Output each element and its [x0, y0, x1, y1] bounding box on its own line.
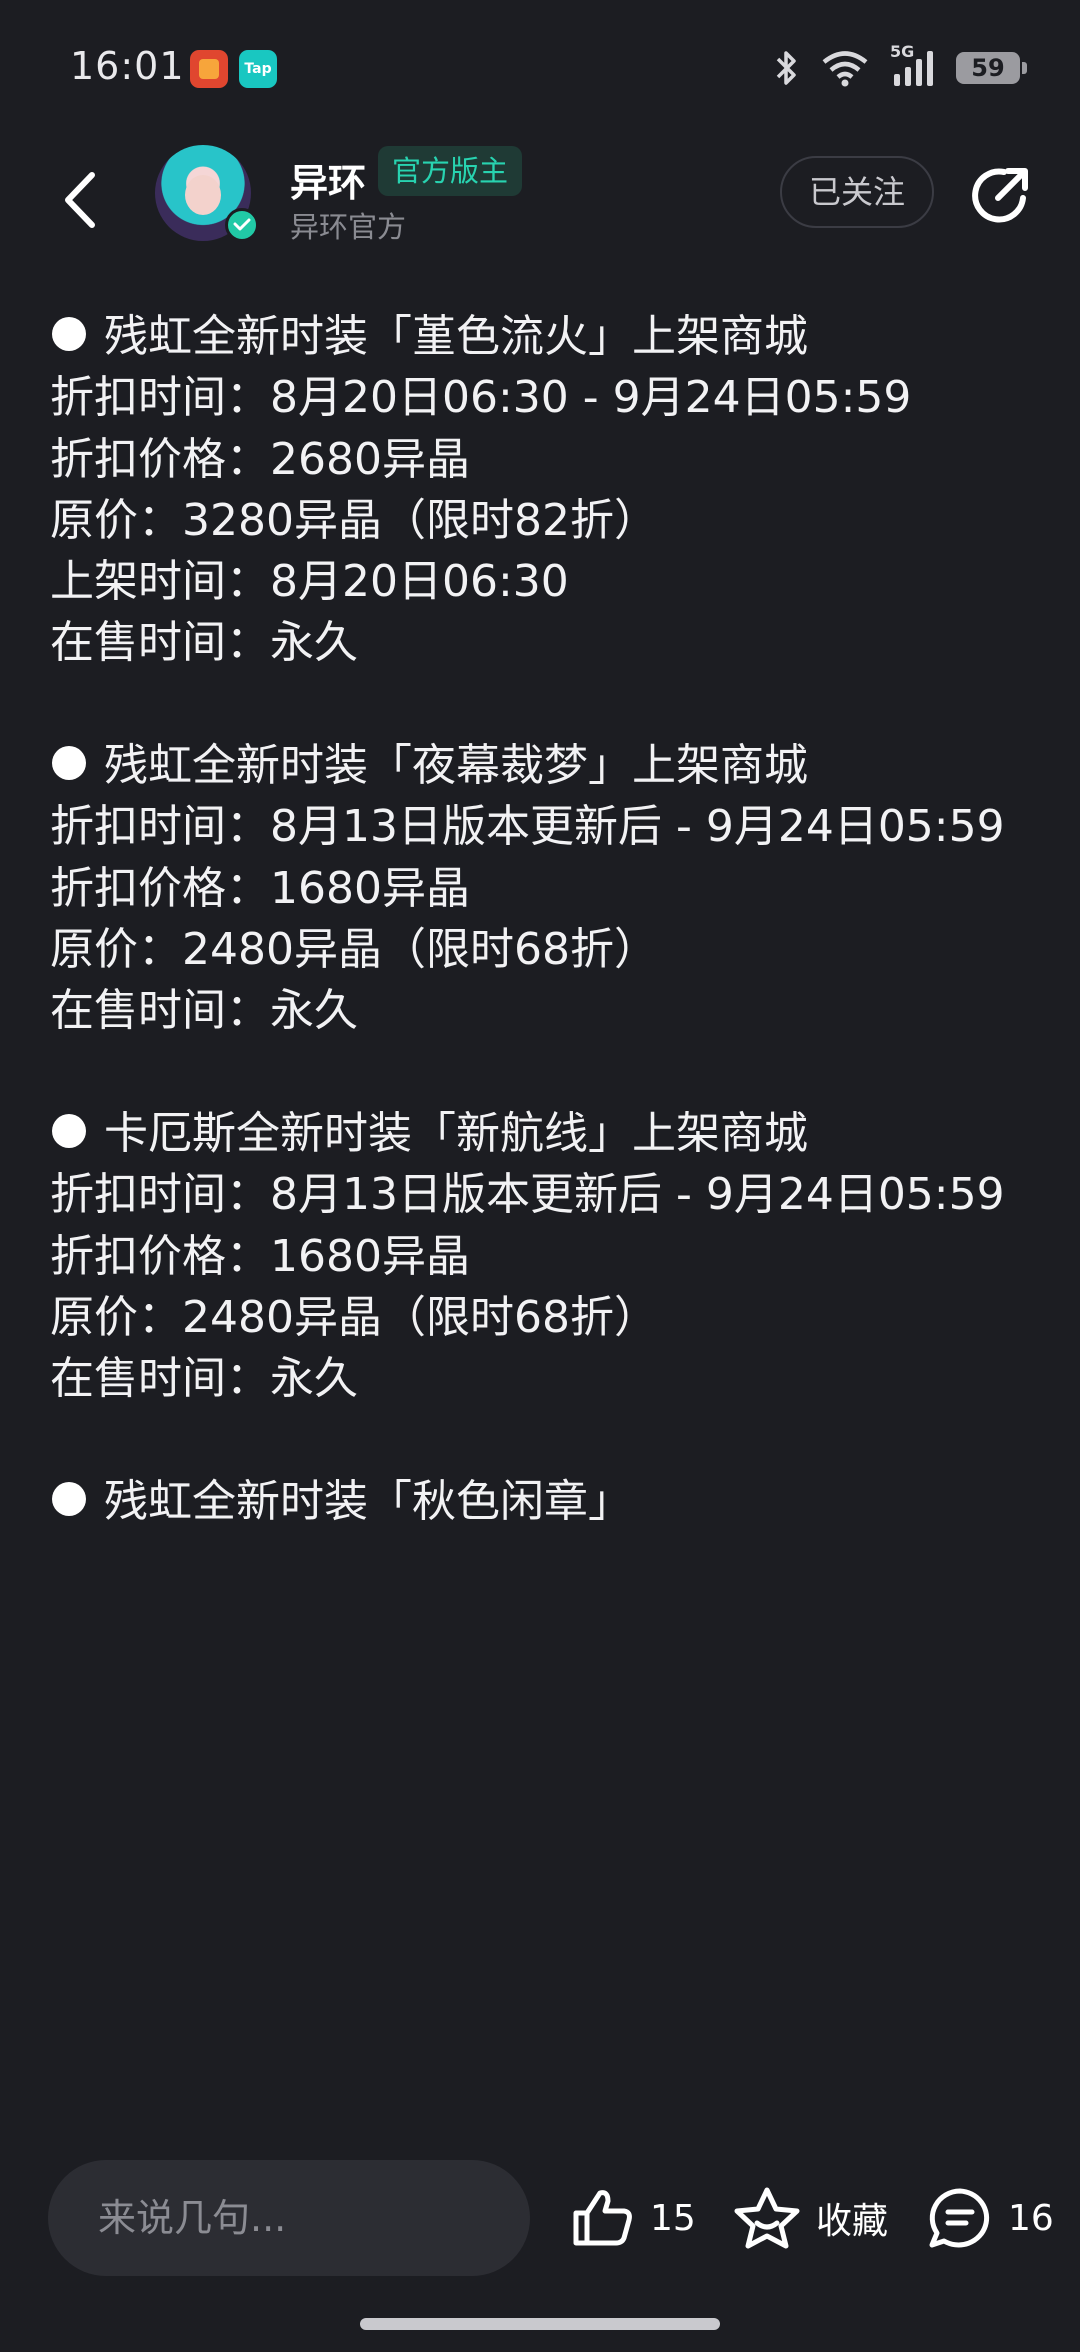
- section-title: 残虹全新时装「夜幕裁梦」上架商城: [52, 736, 808, 796]
- comment-bubble-icon: [929, 2188, 990, 2248]
- battery-indicator: 59: [956, 52, 1027, 84]
- share-icon: [972, 168, 1028, 223]
- avatar-face: [185, 175, 221, 215]
- text-line: 折扣时间：8月13日版本更新后 - 9月24日05:59: [50, 801, 1005, 852]
- star-icon: [734, 2187, 800, 2249]
- status-bar: 16:01 Tap 5G 59: [0, 0, 1080, 140]
- favorite-button[interactable]: 收藏: [732, 2180, 888, 2256]
- text-line: 折扣价格：1680异晶: [50, 863, 470, 914]
- text-line: 在售时间：永久: [50, 617, 358, 668]
- section-title-text: 残虹全新时装「夜幕裁梦」上架商城: [104, 740, 808, 791]
- back-button[interactable]: [50, 160, 110, 240]
- text-line: 原价：2480异晶（限时68折）: [50, 924, 658, 975]
- text-line: 折扣价格：1680异晶: [50, 1231, 470, 1282]
- bullet-icon: [52, 1114, 86, 1148]
- favorite-label: 收藏: [816, 2201, 889, 2242]
- share-button[interactable]: [966, 160, 1036, 230]
- wifi-icon: [820, 49, 870, 87]
- section-title: 残虹全新时装「秋色闲章」: [52, 1472, 632, 1532]
- text-line: 原价：2480异晶（限时68折）: [50, 1292, 658, 1343]
- post-detail-screen: 16:01 Tap 5G 59 异环 官方版主 异环官方 已关注 残虹全新时装「…: [0, 0, 1080, 2352]
- shop-app-icon: [190, 50, 228, 88]
- like-button[interactable]: 15: [570, 2180, 696, 2256]
- text-line: 上架时间：8月20日06:30: [50, 556, 569, 607]
- bluetooth-icon: [774, 49, 800, 87]
- chevron-left-icon: [65, 172, 95, 228]
- verified-icon: [225, 208, 259, 242]
- author-subtitle: 异环官方: [290, 210, 407, 244]
- text-line: 折扣时间：8月13日版本更新后 - 9月24日05:59: [50, 1169, 1005, 1220]
- section-title: 卡厄斯全新时装「新航线」上架商城: [52, 1104, 808, 1164]
- text-line: 原价：3280异晶（限时82折）: [50, 495, 658, 546]
- status-time: 16:01: [70, 44, 185, 88]
- taptap-icon: Tap: [239, 50, 277, 88]
- network-label: 5G: [890, 42, 915, 61]
- status-icons: 5G 59: [774, 42, 1027, 90]
- partially-hidden-text: ...: [190, 270, 232, 276]
- home-indicator[interactable]: [360, 2318, 720, 2330]
- post-header: 异环 官方版主 异环官方 已关注: [0, 140, 1080, 270]
- bullet-icon: [52, 317, 86, 351]
- text-line: 在售时间：永久: [50, 985, 358, 1036]
- post-content: ... 残虹全新时装「堇色流火」上架商城 折扣时间：8月20日06:30 - 9…: [0, 270, 1080, 2140]
- section-title-text: 残虹全新时装「秋色闲章」: [104, 1476, 632, 1527]
- text-line: 在售时间：永久: [50, 1353, 358, 1404]
- bottom-action-bar: 来说几句... 15 收藏 16: [0, 2140, 1080, 2352]
- section-title: 残虹全新时装「堇色流火」上架商城: [52, 307, 808, 367]
- section-title-text: 卡厄斯全新时装「新航线」上架商城: [104, 1108, 808, 1159]
- comment-input[interactable]: 来说几句...: [48, 2160, 530, 2276]
- like-count: 15: [650, 2197, 696, 2239]
- follow-button[interactable]: 已关注: [780, 156, 934, 228]
- bullet-icon: [52, 746, 86, 780]
- 5g-signal-icon: 5G: [890, 42, 936, 88]
- role-badge: 官方版主: [378, 146, 523, 196]
- text-line: 折扣价格：2680异晶: [50, 434, 470, 485]
- author-name[interactable]: 异环: [290, 152, 366, 207]
- thumbs-up-icon: [573, 2190, 632, 2246]
- bullet-icon: [52, 1482, 86, 1516]
- section-title-text: 残虹全新时装「堇色流火」上架商城: [104, 311, 808, 362]
- author-avatar[interactable]: [155, 145, 259, 242]
- comment-count: 16: [1008, 2197, 1054, 2239]
- text-line: 折扣时间：8月20日06:30 - 9月24日05:59: [50, 372, 912, 423]
- comment-button[interactable]: 16: [926, 2180, 1054, 2256]
